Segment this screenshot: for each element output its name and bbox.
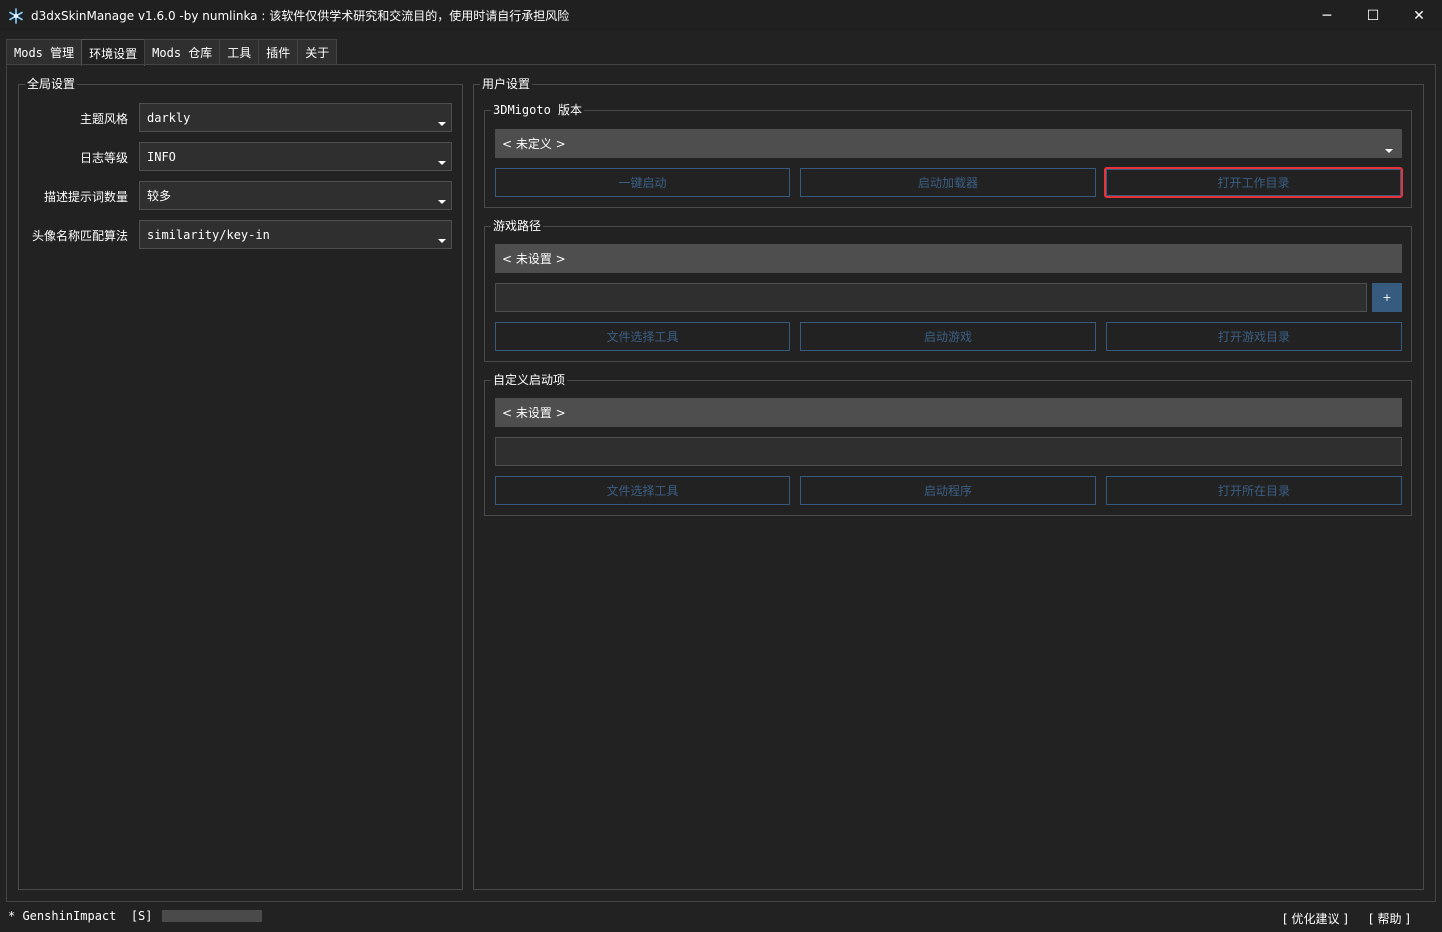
window-title: d3dxSkinManage v1.6.0 -by numlinka : 该软件… [31,9,570,23]
theme-label: 主题风格 [79,112,128,126]
log-level-select[interactable]: INFO [139,142,452,171]
open-work-dir-button[interactable]: 打开工作目录 [1104,167,1403,198]
chevron-down-icon [438,161,446,165]
hint-count-label: 描述提示词数量 [43,190,128,204]
log-level-value: INFO [147,149,176,164]
tab-plugins[interactable]: 插件 [258,39,299,65]
avatar-match-value: similarity/key-in [147,227,270,242]
avatar-match-label: 头像名称匹配算法 [31,229,128,243]
tab-mods-manage[interactable]: Mods 管理 [6,39,83,65]
theme-select[interactable]: darkly [139,103,452,132]
chevron-down-icon [438,122,446,126]
chevron-down-icon [438,239,446,243]
snowflake-icon [9,7,23,24]
maximize-button[interactable]: ☐ [1350,0,1396,31]
add-game-path-button[interactable]: + [1372,283,1402,312]
tab-environment-settings[interactable]: 环境设置 [81,39,146,66]
game-file-picker-button[interactable]: 文件选择工具 [495,322,790,351]
title-bar: d3dxSkinManage v1.6.0 -by numlinka : 该软件… [0,0,1442,31]
maximize-icon: ☐ [1366,7,1380,24]
close-icon: ✕ [1413,7,1425,24]
open-game-dir-button[interactable]: 打开游戏目录 [1106,322,1402,351]
minimize-button[interactable]: ─ [1304,0,1350,31]
migoto-version-select[interactable]: < 未定义 > [495,129,1402,158]
custom-launch-title: 自定义启动项 [491,372,568,388]
one-click-launch-button[interactable]: 一键启动 [495,168,790,197]
chevron-down-icon [1385,149,1393,153]
chevron-down-icon [438,200,446,204]
game-path-select[interactable]: < 未设置 > [495,244,1402,273]
launch-game-button[interactable]: 启动游戏 [800,322,1096,351]
game-path-input[interactable] [495,283,1367,312]
close-button[interactable]: ✕ [1396,0,1442,31]
tab-bar: Mods 管理 环境设置 Mods 仓库 工具 插件 关于 [6,39,338,66]
global-settings-title: 全局设置 [25,76,78,92]
log-level-label: 日志等级 [79,151,128,165]
custom-launch-input[interactable] [495,437,1402,466]
tab-mods-repository[interactable]: Mods 仓库 [144,39,221,65]
user-settings-title: 用户设置 [480,76,533,92]
theme-value: darkly [147,110,191,125]
launch-loader-button[interactable]: 启动加载器 [800,168,1096,197]
migoto-version-title: 3DMigoto 版本 [491,102,585,118]
custom-launch-select[interactable]: < 未设置 > [495,398,1402,427]
migoto-version-value: < 未定义 > [502,137,566,151]
suggestion-link[interactable]: [ 优化建议 ] [1283,910,1348,927]
help-link[interactable]: [ 帮助 ] [1369,910,1410,927]
progress-bar [162,910,262,922]
hint-count-value: 较多 [147,189,172,203]
tab-about[interactable]: 关于 [297,39,338,65]
launch-program-button[interactable]: 启动程序 [800,476,1096,505]
minimize-icon: ─ [1322,7,1332,24]
game-path-title: 游戏路径 [491,218,544,234]
avatar-match-select[interactable]: similarity/key-in [139,220,452,249]
open-program-dir-button[interactable]: 打开所在目录 [1106,476,1402,505]
hint-count-select[interactable]: 较多 [139,181,452,210]
custom-launch-selected: < 未设置 > [502,406,566,420]
tab-tools[interactable]: 工具 [219,39,260,65]
game-path-selected: < 未设置 > [502,252,566,266]
status-text: * GenshinImpact [S] - [8,909,175,923]
custom-file-picker-button[interactable]: 文件选择工具 [495,476,790,505]
